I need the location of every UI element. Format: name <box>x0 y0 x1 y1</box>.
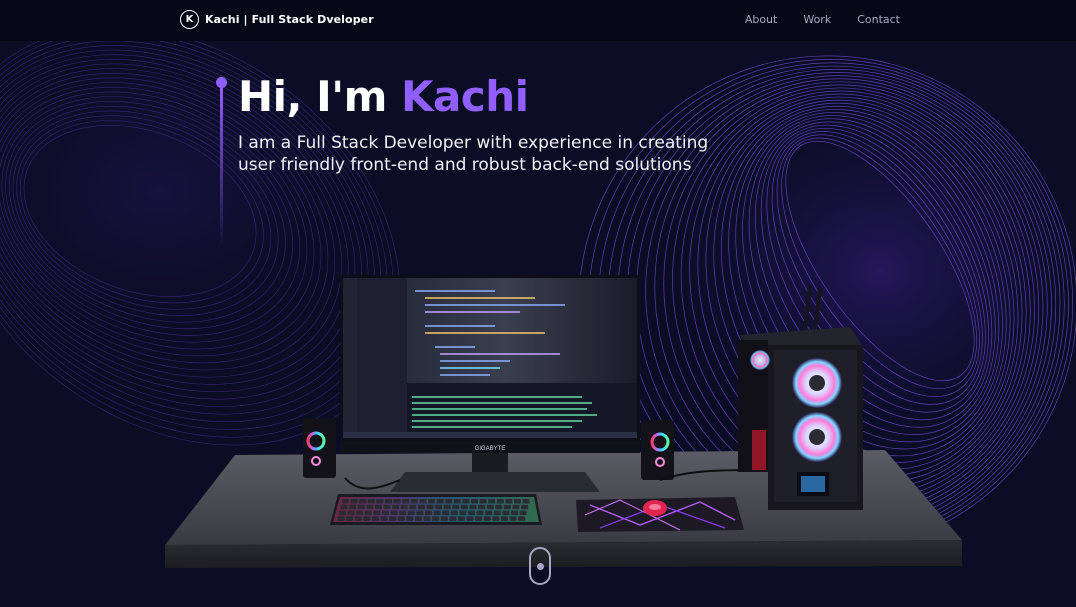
nav-links: About Work Contact <box>745 13 900 26</box>
keyboard <box>330 494 542 525</box>
left-speaker <box>303 418 336 478</box>
scroll-dot <box>536 563 544 570</box>
brand-link[interactable]: K Kachi | Full Stack Dveloper <box>180 10 374 29</box>
mouse-scroll-icon[interactable] <box>529 547 551 585</box>
computer-desk-scene[interactable]: GIGABYTE <box>0 0 1076 607</box>
kachi-logo-icon: K <box>180 10 199 29</box>
brand-name: Kachi | Full Stack Dveloper <box>205 13 374 26</box>
mousepad <box>576 497 744 532</box>
monitor-brand-label: GIGABYTE <box>475 446 506 452</box>
fan-side <box>750 350 770 370</box>
nav-link-work[interactable]: Work <box>803 13 831 26</box>
right-speaker <box>641 420 674 480</box>
nav-link-contact[interactable]: Contact <box>857 13 900 26</box>
navbar: K Kachi | Full Stack Dveloper About Work… <box>0 0 1076 41</box>
nav-link-about[interactable]: About <box>745 13 778 26</box>
